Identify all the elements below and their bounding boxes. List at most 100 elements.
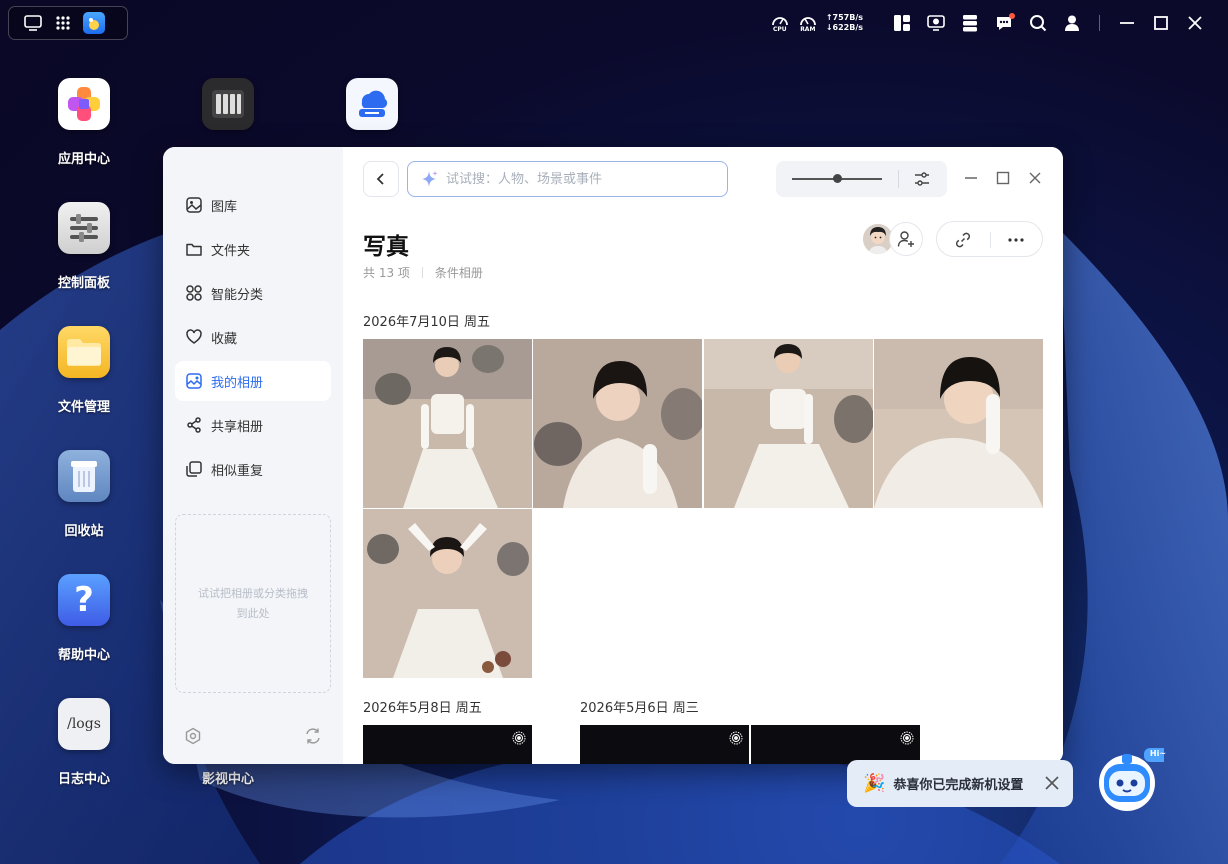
add-user-icon xyxy=(897,231,914,247)
tray-divider xyxy=(1099,15,1100,31)
album-drop-zone[interactable]: 试试把相册或分类拖拽到此处 xyxy=(175,514,331,693)
network-speed[interactable]: ↑757B/s ↓622B/s xyxy=(826,13,863,33)
ai-sparkle-icon xyxy=(422,171,438,187)
sidebar-item-my-albums[interactable]: 我的相册 xyxy=(175,361,331,401)
share-actions xyxy=(936,221,1043,257)
sidebar-item-similar-duplicates[interactable]: 相似重复 xyxy=(175,449,331,489)
notification-text: 恭喜你已完成新机设置 xyxy=(893,778,1024,793)
date-group-label: 2026年7月10日 周五 xyxy=(363,315,491,330)
search-icon[interactable] xyxy=(1027,12,1049,34)
sidebar-item-label: 共享相册 xyxy=(211,419,264,435)
sidebar-item-folder[interactable]: 文件夹 xyxy=(175,229,331,269)
sidebar-item-gallery[interactable]: 图库 xyxy=(175,185,331,225)
album-type: 条件相册 xyxy=(434,266,483,280)
sidebar-item-label: 文件夹 xyxy=(211,243,251,259)
sidebar-item-favorites[interactable]: 收藏 xyxy=(175,317,331,357)
show-desktop-icon[interactable] xyxy=(23,13,43,33)
desktop-icon-control-panel[interactable]: 控制面板 xyxy=(39,202,129,291)
photo-thumbnail[interactable] xyxy=(874,339,1043,508)
sidebar-item-smart-category[interactable]: 智能分类 xyxy=(175,273,331,313)
system-tray: CPU RAM ↑757B/s ↓622B/s xyxy=(768,10,1212,36)
photo-thumbnail[interactable] xyxy=(363,509,532,678)
desktop-icon-file-manager[interactable]: 文件管理 xyxy=(39,326,129,415)
album-title: 写真 xyxy=(363,234,409,260)
app-grid-icon[interactable] xyxy=(53,13,73,33)
resource-monitor-icon[interactable] xyxy=(925,12,947,34)
date-group-label: 2026年5月6日 周三 xyxy=(580,701,699,716)
user-icon[interactable] xyxy=(1061,12,1083,34)
desktop-icon-label: 日志中心 xyxy=(57,772,110,787)
add-member-button[interactable] xyxy=(889,222,923,256)
search-box[interactable] xyxy=(407,161,728,197)
view-controls-divider xyxy=(898,170,899,188)
assistant-mascot[interactable]: Hi~ xyxy=(1094,746,1170,816)
minimize-button[interactable] xyxy=(962,169,980,187)
photo-thumbnail[interactable] xyxy=(533,339,702,508)
smart-category-icon xyxy=(185,284,203,302)
trash-icon xyxy=(58,450,110,502)
logs-icon: /logs xyxy=(58,698,110,750)
close-icon xyxy=(1029,172,1041,184)
photo-thumbnail[interactable] xyxy=(580,725,749,764)
copy-link-button[interactable] xyxy=(953,230,973,250)
widgets-icon[interactable] xyxy=(891,12,913,34)
main-content: 写真 共 13 项 条件相册 2026年7月10日 周五 xyxy=(343,147,1063,764)
cpu-meter[interactable]: CPU xyxy=(768,14,792,33)
gallery-icon xyxy=(185,196,203,214)
cloud-drive-icon xyxy=(346,78,398,130)
sidebar-item-shared-albums[interactable]: 共享相册 xyxy=(175,405,331,445)
app-center-icon xyxy=(58,78,110,130)
download-speed: ↓622B/s xyxy=(825,23,863,32)
close-button[interactable] xyxy=(1026,169,1044,187)
folder-app-icon xyxy=(58,326,110,378)
maximize-button[interactable] xyxy=(994,169,1012,187)
storage-manager-icon xyxy=(202,78,254,130)
desktop-icon-label: 文件管理 xyxy=(57,400,110,415)
live-photo-icon xyxy=(729,731,743,745)
storage-icon[interactable] xyxy=(959,12,981,34)
photo-thumbnail[interactable] xyxy=(363,725,532,764)
cpu-label: CPU xyxy=(772,25,787,33)
search-input[interactable] xyxy=(446,171,706,187)
desktop-icon-cloud-drive[interactable] xyxy=(327,78,417,130)
messages-icon[interactable] xyxy=(993,12,1015,34)
desktop-icon-label: 回收站 xyxy=(64,524,104,539)
minimize-icon xyxy=(965,177,977,179)
ram-meter[interactable]: RAM xyxy=(796,14,820,33)
desktop-icon-label: 帮助中心 xyxy=(57,648,110,663)
photo-thumbnail[interactable] xyxy=(704,339,873,508)
desktop-icon-help-center[interactable]: ? 帮助中心 xyxy=(39,574,129,663)
photos-app-taskbar-icon[interactable] xyxy=(83,12,105,34)
maximize-all-icon[interactable] xyxy=(1150,12,1172,34)
sync-icon[interactable] xyxy=(304,727,322,745)
sidebar: 图库 文件夹 智能分类 收藏 我的相册 共享相册 相似重复 试试把相册或分类拖拽… xyxy=(163,147,343,764)
photo-thumbnail[interactable] xyxy=(363,339,532,508)
sidebar-item-label: 我的相册 xyxy=(211,375,264,391)
link-icon xyxy=(955,232,971,248)
desktop-icon-label: 控制面板 xyxy=(57,276,110,291)
view-controls xyxy=(776,161,947,197)
filter-settings-icon[interactable] xyxy=(913,170,931,188)
maximize-icon xyxy=(996,171,1010,185)
live-photo-icon xyxy=(512,731,526,745)
share-actions-divider xyxy=(990,232,991,248)
desktop-icon-recycle-bin[interactable]: 回收站 xyxy=(39,450,129,539)
more-options-button[interactable] xyxy=(1006,230,1026,250)
date-group-label: 2026年5月8日 周五 xyxy=(363,701,482,716)
sidebar-item-label: 图库 xyxy=(211,199,238,215)
back-button[interactable] xyxy=(363,161,399,197)
taskbar-launcher xyxy=(8,6,128,40)
close-icon[interactable] xyxy=(1043,774,1061,792)
minimize-all-icon[interactable] xyxy=(1116,12,1138,34)
desktop-icon-label: 影视中心 xyxy=(201,772,254,787)
ram-label: RAM xyxy=(800,25,816,33)
photo-thumbnail[interactable] xyxy=(751,725,920,764)
more-icon xyxy=(1008,238,1024,242)
desktop-icon-log-center[interactable]: /logs 日志中心 xyxy=(39,698,129,787)
zoom-slider-handle[interactable] xyxy=(832,174,842,183)
desktop-icon-storage[interactable] xyxy=(183,78,273,130)
close-all-icon[interactable] xyxy=(1184,12,1206,34)
meta-divider xyxy=(421,267,423,278)
settings-icon[interactable] xyxy=(184,727,202,745)
desktop-icon-app-center[interactable]: 应用中心 xyxy=(39,78,129,167)
